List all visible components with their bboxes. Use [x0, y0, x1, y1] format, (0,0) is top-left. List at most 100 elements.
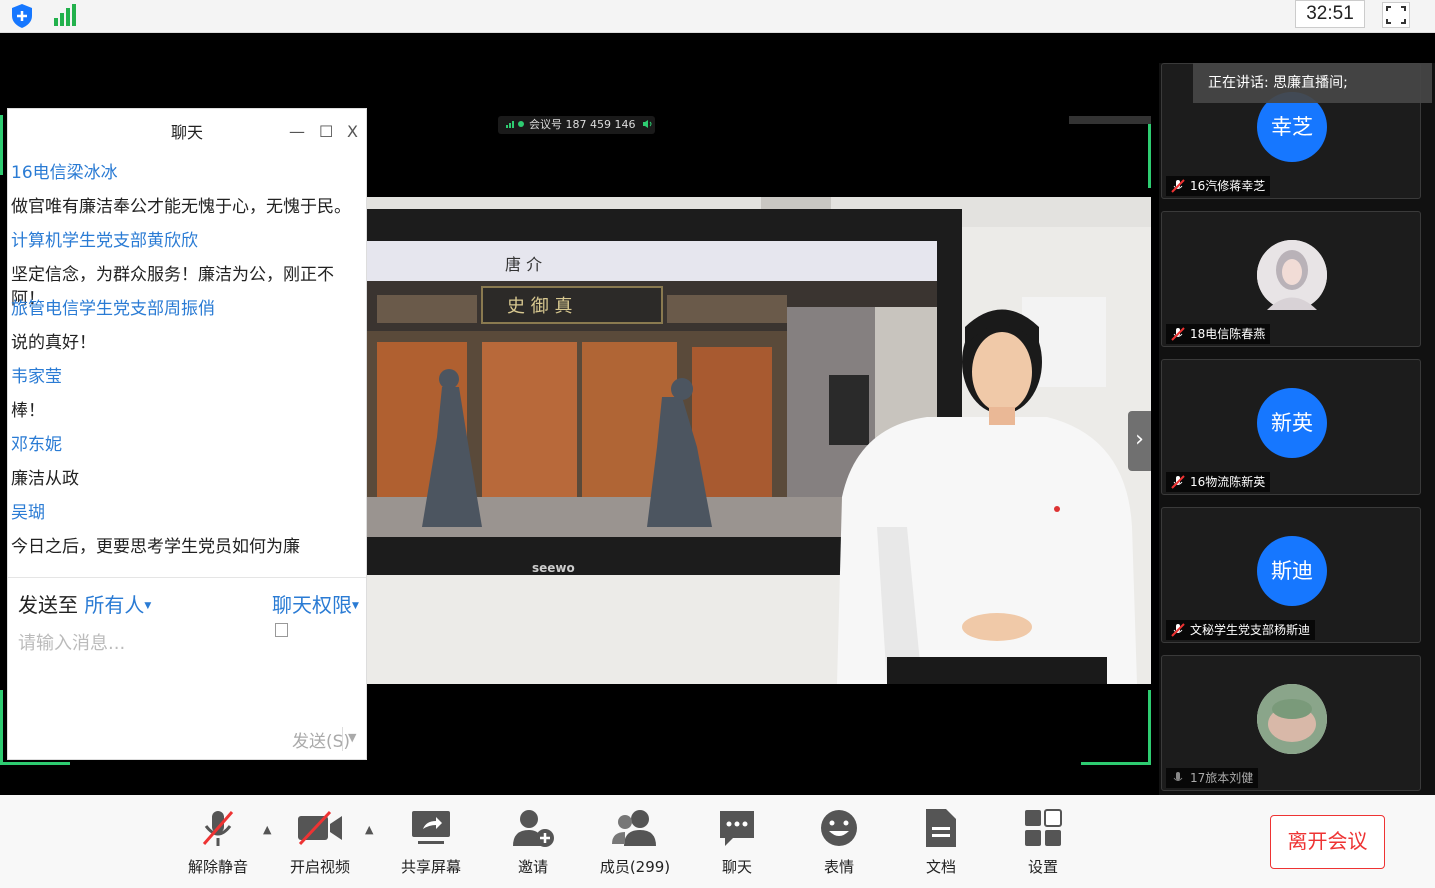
unmute-button[interactable]: 解除静音 — [173, 805, 263, 877]
mic-muted-icon — [1171, 623, 1185, 637]
emoji-label: 表情 — [823, 858, 854, 876]
close-button[interactable]: X — [347, 122, 358, 141]
caret-down-icon: ▼ — [352, 601, 359, 611]
message-text: 棒！ — [11, 401, 45, 421]
chat-input[interactable]: 请输入消息... — [18, 629, 125, 655]
active-border — [0, 115, 3, 175]
meeting-timer: 32:51 — [1295, 0, 1365, 28]
fullscreen-button[interactable] — [1382, 2, 1410, 28]
message-sender[interactable]: 邓东妮 — [11, 433, 361, 467]
meeting-id-pill[interactable]: 会议号 187 459 146 — [498, 116, 655, 134]
chat-permission-button[interactable]: 聊天权限▼ — [272, 589, 366, 642]
participant-name-text: 16物流陈新英 — [1190, 475, 1266, 489]
message-text: 廉洁从政 — [11, 469, 79, 489]
video-top-bar — [1069, 116, 1151, 124]
message-text: 做官唯有廉洁奉公才能无愧于心，无愧于民。 — [11, 197, 351, 217]
chat-panel: 聊天 — ☐ X 16电信梁冰冰 做官唯有廉洁奉公才能无愧于心，无愧于民。 计算… — [7, 108, 367, 760]
caret-down-icon: ▼ — [144, 601, 152, 611]
mic-muted-icon — [1171, 475, 1185, 489]
avatar — [1257, 684, 1327, 754]
chat-title: 聊天 — [170, 123, 203, 142]
invite-button[interactable]: 邀请 — [488, 805, 578, 877]
avatar: 新英 — [1257, 388, 1327, 458]
next-page-button[interactable]: › — [1128, 411, 1151, 471]
participant-name: 18电信陈春燕 — [1166, 324, 1271, 344]
screen-title: 唐 介 — [505, 255, 542, 274]
active-border — [1148, 690, 1151, 765]
security-shield-icon[interactable] — [10, 3, 34, 29]
tv-brand: seewo — [532, 561, 575, 575]
message-sender[interactable]: 吴瑚 — [11, 501, 361, 535]
start-video-button[interactable]: 开启视频 — [275, 805, 365, 877]
document-icon — [926, 809, 956, 847]
minimize-button[interactable]: — — [289, 122, 305, 141]
mic-muted-icon — [1173, 772, 1183, 781]
maximize-button[interactable]: ☐ — [319, 122, 333, 141]
speaking-banner: 正在讲话: 思廉直播间; — [1193, 63, 1432, 103]
start-video-label: 开启视频 — [289, 858, 350, 876]
message-text: 坚定信念，为群众服务！廉洁为公，刚正不阿！ — [11, 265, 334, 309]
smiley-icon — [821, 810, 857, 846]
settings-button[interactable]: 设置 — [998, 805, 1088, 877]
fullscreen-icon — [1386, 6, 1406, 24]
active-border — [0, 762, 70, 765]
participant-name: 16物流陈新英 — [1166, 472, 1271, 492]
video-options-caret-icon[interactable]: ▲ — [365, 823, 373, 836]
members-label: 成员(299) — [599, 858, 671, 876]
leave-meeting-button[interactable]: 离开会议 — [1270, 815, 1385, 869]
mic-muted-icon — [1171, 179, 1185, 193]
speaker-icon — [642, 120, 652, 128]
screenshot-icon[interactable] — [275, 623, 288, 637]
settings-label: 设置 — [1027, 858, 1058, 876]
status-dot-icon — [518, 121, 524, 127]
message-text: 说的真好！ — [11, 333, 96, 353]
chat-message-list[interactable]: 16电信梁冰冰 做官唯有廉洁奉公才能无愧于心，无愧于民。 计算机学生党支部黄欣欣… — [11, 161, 361, 569]
active-border — [1148, 122, 1151, 188]
participant-tile[interactable]: 18电信陈春燕 — [1161, 211, 1421, 347]
members-button[interactable]: 成员(299) — [590, 805, 680, 877]
participant-name-text: 17旅本刘健 — [1190, 771, 1254, 785]
message-sender[interactable]: 计算机学生党支部黄欣欣 — [11, 229, 361, 263]
mic-muted-icon — [1171, 327, 1185, 341]
signal-small-icon — [506, 121, 514, 128]
send-to-selector[interactable]: 发送至 所有人▼ — [18, 589, 151, 618]
send-separator — [342, 727, 343, 751]
main-video: 唐 介 史 御 真 seewo — [367, 197, 1151, 684]
message-sender[interactable]: 旅管电信学生党支部周振俏 — [11, 297, 361, 331]
active-border — [1081, 762, 1151, 765]
audio-options-caret-icon[interactable]: ▲ — [263, 823, 271, 836]
docs-button[interactable]: 文档 — [896, 805, 986, 877]
chat-divider — [8, 577, 366, 578]
members-icon — [612, 810, 656, 846]
camera-off-icon — [298, 810, 342, 846]
message-sender[interactable]: 韦家莹 — [11, 365, 361, 399]
grid-settings-icon — [1025, 809, 1062, 846]
participant-list[interactable]: 幸芝 16汽修蒋幸芝 18电信陈春燕 新英 16物流陈新英 斯迪 文秘学生党支部… — [1159, 63, 1435, 795]
share-screen-button[interactable]: 共享屏幕 — [386, 805, 476, 877]
participant-tile[interactable]: 17旅本刘健 — [1161, 655, 1421, 791]
participant-name-text: 18电信陈春燕 — [1190, 327, 1266, 341]
participant-name: 16汽修蒋幸芝 — [1166, 176, 1271, 196]
meeting-id: 会议号 187 459 146 — [529, 118, 636, 131]
video-frame-illustration: 唐 介 史 御 真 seewo — [367, 197, 1151, 684]
participant-name-text: 16汽修蒋幸芝 — [1190, 179, 1266, 193]
docs-label: 文档 — [925, 858, 956, 876]
chat-button[interactable]: 聊天 — [692, 805, 782, 877]
chevron-right-icon: › — [1135, 427, 1144, 452]
emoji-button[interactable]: 表情 — [794, 805, 884, 877]
top-bar: 32:51 — [0, 0, 1435, 33]
network-signal-icon[interactable] — [51, 3, 77, 29]
plaque-text: 史 御 真 — [507, 296, 572, 317]
chat-bubble-icon — [720, 811, 754, 846]
chat-label: 聊天 — [721, 858, 752, 876]
participant-name: 文秘学生党支部杨斯迪 — [1166, 620, 1316, 640]
send-to-value[interactable]: 所有人 — [84, 593, 144, 617]
participant-tile[interactable]: 斯迪 文秘学生党支部杨斯迪 — [1161, 507, 1421, 643]
send-options-chevron-icon[interactable]: ▼ — [348, 731, 356, 744]
avatar: 斯迪 — [1257, 536, 1327, 606]
bottom-toolbar: 解除静音 ▲ 开启视频 ▲ 共享屏幕 邀请 成员(299) 聊天 表情 文档 设… — [0, 795, 1435, 888]
avatar-photo — [1257, 684, 1327, 754]
share-screen-icon — [412, 811, 450, 844]
message-sender[interactable]: 16电信梁冰冰 — [11, 161, 361, 195]
participant-tile[interactable]: 新英 16物流陈新英 — [1161, 359, 1421, 495]
